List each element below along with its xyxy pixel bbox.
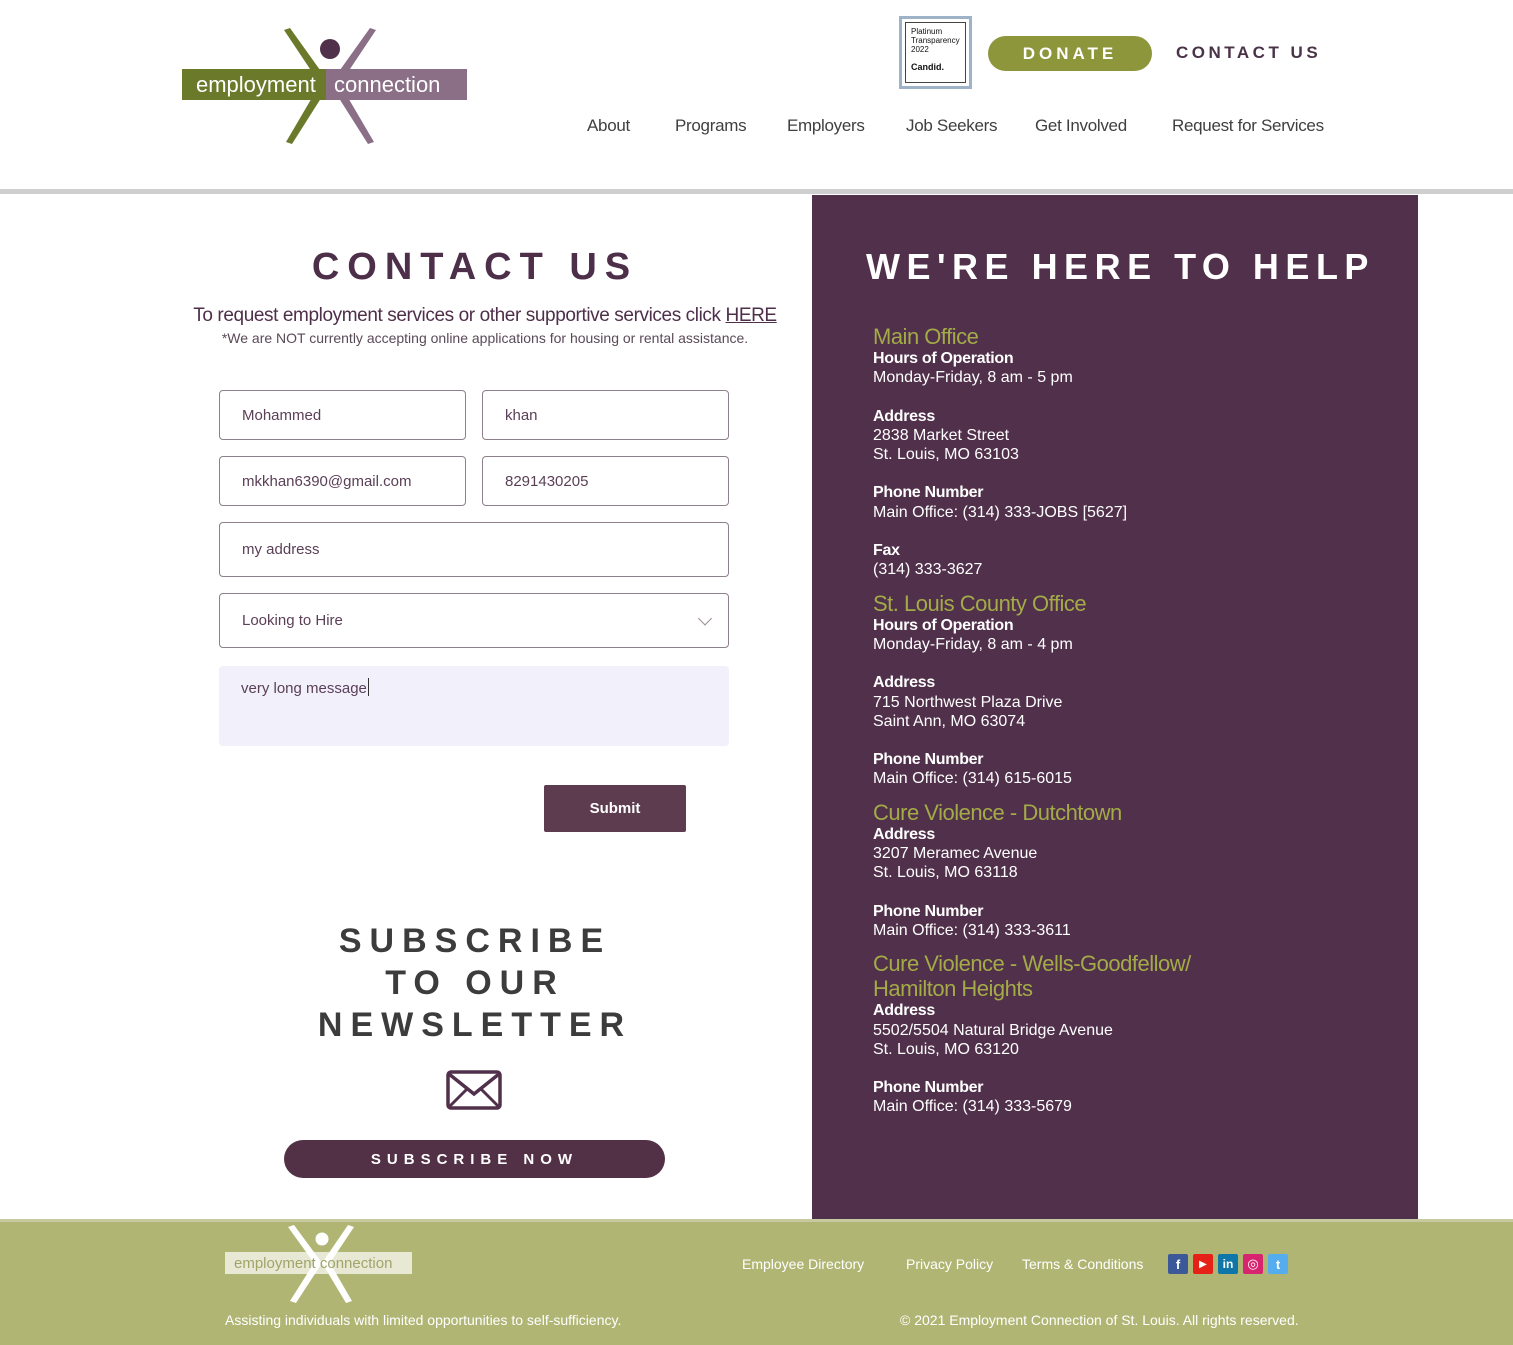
header-divider	[0, 189, 1513, 194]
badge-line: 2022	[911, 45, 929, 54]
phone-value[interactable]: Main Office: (314) 333-JOBS [5627]	[873, 503, 1393, 522]
youtube-icon[interactable]: ▶	[1193, 1254, 1213, 1274]
instagram-icon[interactable]: ◎	[1243, 1254, 1263, 1274]
fax-label: Fax	[873, 542, 900, 560]
address-label: Address	[873, 825, 935, 843]
address-line: St. Louis, MO 63118	[873, 864, 1018, 882]
badge-line: Transparency	[911, 36, 960, 45]
address-line: St. Louis, MO 63103	[873, 446, 1019, 464]
address-line: 5502/5504 Natural Bridge Avenue	[873, 1021, 1113, 1039]
phone-label: Phone Number	[873, 1079, 984, 1097]
address-line: 715 Northwest Plaza Drive	[873, 693, 1063, 711]
candid-transparency-badge[interactable]: Platinum Transparency 2022 Candid.	[899, 16, 972, 89]
office-name: Hamilton Heights	[873, 976, 1033, 1002]
envelope-icon	[446, 1070, 502, 1110]
fax-value: (314) 333-3627	[873, 561, 983, 579]
submit-button[interactable]: Submit	[544, 785, 686, 832]
office-name: St. Louis County Office	[873, 590, 1087, 616]
request-services-text: To request employment services or other …	[160, 305, 810, 327]
chevron-down-icon	[697, 610, 713, 626]
address-label: Address	[873, 1002, 935, 1020]
help-title: WE'RE HERE TO HELP	[866, 246, 1375, 287]
address-label: Address	[873, 674, 935, 692]
linkedin-icon[interactable]: in	[1218, 1254, 1238, 1274]
office-name: Main Office	[873, 324, 979, 349]
nav-about[interactable]: About	[587, 116, 630, 136]
address-line: Saint Ann, MO 63074	[873, 712, 1026, 730]
main-nav: About Programs Employers Job Seekers Get…	[0, 116, 1513, 140]
email-value: mkkhan6390@gmail.com	[242, 472, 412, 490]
email-field[interactable]: mkkhan6390@gmail.com	[219, 456, 466, 506]
phone-value[interactable]: Main Office: (314) 333-3611	[873, 921, 1393, 940]
last-name-field[interactable]: khan	[482, 390, 729, 440]
last-name-value: khan	[505, 406, 538, 424]
office-name: Cure Violence - Wells-Goodfellow/	[873, 951, 1191, 977]
donate-button[interactable]: DONATE	[988, 36, 1152, 71]
nav-get-involved[interactable]: Get Involved	[1035, 116, 1127, 136]
contact-title: CONTACT US	[311, 246, 639, 288]
site-header: employment connection Platinum Transpare…	[0, 0, 1513, 190]
nav-employers[interactable]: Employers	[787, 116, 865, 136]
nav-job-seekers[interactable]: Job Seekers	[906, 116, 998, 136]
footer-logo-text: employment connection	[234, 1255, 392, 1272]
newsletter-title: SUBSCRIBE TO OUR NEWSLETTER	[270, 920, 680, 1046]
first-name-field[interactable]: Mohammed	[219, 390, 466, 440]
employee-directory-link[interactable]: Employee Directory	[742, 1256, 864, 1272]
address-line: 3207 Meramec Avenue	[873, 845, 1038, 863]
housing-note: *We are NOT currently accepting online a…	[221, 330, 749, 346]
newsletter-title-line: TO OUR	[385, 964, 565, 1002]
hours-value: Monday-Friday, 8 am - 5 pm	[873, 369, 1073, 387]
address-line: St. Louis, MO 63120	[873, 1040, 1019, 1058]
svg-text:connection: connection	[334, 72, 440, 97]
subscribe-now-button[interactable]: SUBSCRIBE NOW	[284, 1140, 665, 1178]
contact-us-link[interactable]: CONTACT US	[1176, 43, 1321, 63]
svg-text:employment: employment	[196, 72, 316, 97]
badge-brand: Candid.	[911, 62, 944, 72]
copyright-text: © 2021 Employment Connection of St. Loui…	[900, 1312, 1299, 1328]
phone-value[interactable]: Main Office: (314) 615-6015	[873, 769, 1393, 788]
facebook-icon[interactable]: f	[1168, 1254, 1188, 1274]
message-value: very long message	[241, 680, 367, 697]
newsletter-title-line: SUBSCRIBE	[338, 922, 612, 960]
hours-value: Monday-Friday, 8 am - 4 pm	[873, 635, 1073, 653]
newsletter-title-line: NEWSLETTER	[317, 1006, 633, 1044]
footer-tagline: Assisting individuals with limited oppor…	[225, 1312, 622, 1328]
request-here-link[interactable]: HERE	[726, 305, 778, 326]
phone-value: 8291430205	[505, 472, 589, 490]
inquiry-type-select[interactable]: Looking to Hire	[219, 593, 729, 648]
address-value: my address	[242, 541, 320, 558]
message-textarea[interactable]: very long message	[219, 666, 729, 746]
nav-programs[interactable]: Programs	[675, 116, 747, 136]
address-field[interactable]: my address	[219, 522, 729, 577]
office-name: Cure Violence - Dutchtown	[873, 799, 1122, 825]
phone-label: Phone Number	[873, 751, 984, 769]
hours-label: Hours of Operation	[873, 616, 1014, 634]
request-text: To request employment services or other …	[193, 305, 726, 326]
address-label: Address	[873, 407, 935, 425]
hours-label: Hours of Operation	[873, 350, 1014, 367]
inquiry-type-value: Looking to Hire	[242, 612, 343, 629]
text-cursor	[367, 678, 369, 696]
address-line: 2838 Market Street	[873, 426, 1010, 444]
privacy-policy-link[interactable]: Privacy Policy	[906, 1256, 993, 1272]
badge-line: Platinum	[911, 27, 943, 36]
nav-request-for-services[interactable]: Request for Services	[1172, 116, 1324, 136]
phone-label: Phone Number	[873, 902, 984, 920]
twitter-icon[interactable]: t	[1268, 1254, 1288, 1274]
phone-field[interactable]: 8291430205	[482, 456, 729, 506]
terms-conditions-link[interactable]: Terms & Conditions	[1022, 1256, 1143, 1272]
phone-label: Phone Number	[873, 484, 984, 502]
phone-value[interactable]: Main Office: (314) 333-5679	[873, 1097, 1393, 1116]
footer-logo[interactable]: employment connection	[224, 1225, 414, 1303]
first-name-value: Mohammed	[242, 406, 322, 424]
office-list: Main Office Hours of Operation Monday-Fr…	[873, 324, 1393, 1117]
